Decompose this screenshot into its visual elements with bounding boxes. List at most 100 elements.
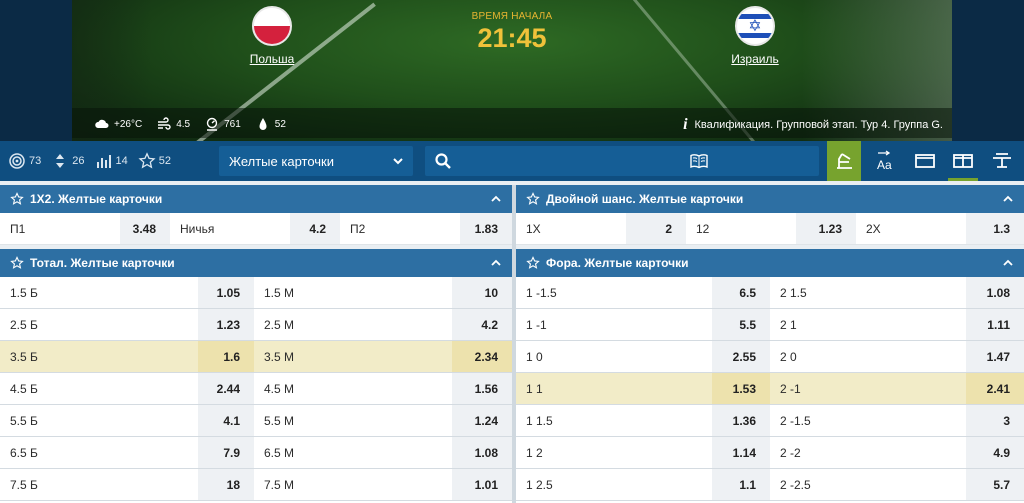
pitch-icon xyxy=(837,153,852,169)
odd-button[interactable]: 1.23 xyxy=(796,213,856,244)
collapse-button[interactable] xyxy=(985,141,1019,181)
odd-button[interactable]: 10 xyxy=(452,277,512,308)
outcome-label: 2 -1 xyxy=(780,381,801,396)
star-icon[interactable] xyxy=(526,256,540,270)
outcome-label: 2.5 Б xyxy=(10,317,38,332)
market-title: Двойной шанс. Желтые карточки xyxy=(546,192,744,206)
table-row: 1 0 2.55 2 0 1.47 xyxy=(516,341,1024,373)
table-row: 1 -1 5.5 2 1 1.11 xyxy=(516,309,1024,341)
odd-button[interactable]: 5.5 xyxy=(712,309,770,340)
away-team: ✡ Израиль xyxy=(695,6,815,68)
outcome-label: 1X xyxy=(526,221,541,236)
odd-button[interactable]: 2.44 xyxy=(198,373,254,404)
odd-button[interactable]: 1.47 xyxy=(966,341,1024,372)
counter-stats[interactable]: 14 xyxy=(95,152,128,170)
counter-all[interactable]: 73 xyxy=(8,152,41,170)
outcome-label: Ничья xyxy=(180,221,215,236)
all-markets-icon xyxy=(9,153,25,169)
odd-button[interactable]: 1.56 xyxy=(452,373,512,404)
field-view-button[interactable] xyxy=(827,141,861,181)
poland-flag-icon xyxy=(252,6,292,46)
home-team-link[interactable]: Польша xyxy=(250,52,295,66)
odd-button[interactable]: 2.34 xyxy=(452,341,512,372)
market-rows: 1 -1.5 6.5 2 1.5 1.08 1 -1 5.5 2 1 1.11 … xyxy=(516,277,1024,501)
odd-button[interactable]: 5.7 xyxy=(966,469,1024,500)
outcome-label: 2 -1.5 xyxy=(780,413,811,428)
outcome-label: 4.5 Б xyxy=(10,381,38,396)
star-icon[interactable] xyxy=(526,192,540,206)
odd-button[interactable]: 4.2 xyxy=(290,213,340,244)
market-header[interactable]: Двойной шанс. Желтые карточки xyxy=(516,185,1024,213)
stats-icon xyxy=(96,155,111,168)
font-size-button[interactable]: Aa xyxy=(869,141,903,181)
odd-button[interactable]: 1.14 xyxy=(712,437,770,468)
odd-button[interactable]: 1.08 xyxy=(452,437,512,468)
star-icon[interactable] xyxy=(10,192,24,206)
cloud-icon xyxy=(95,119,109,128)
market-type-select[interactable]: Желтые карточки xyxy=(219,146,413,176)
market-header[interactable]: 1X2. Желтые карточки xyxy=(0,185,512,213)
star-icon[interactable] xyxy=(10,256,24,270)
outcome-label: П1 xyxy=(10,221,26,236)
odd-button[interactable]: 1.23 xyxy=(198,309,254,340)
odd-button[interactable]: 6.5 xyxy=(712,277,770,308)
odd-button[interactable]: 2.55 xyxy=(712,341,770,372)
odd-button[interactable]: 1.24 xyxy=(452,405,512,436)
layout-two-columns-button[interactable] xyxy=(946,141,980,181)
table-row: 6.5 Б 7.9 6.5 М 1.08 xyxy=(0,437,512,469)
odd-button[interactable]: 4.9 xyxy=(966,437,1024,468)
table-row: 4.5 Б 2.44 4.5 М 1.56 xyxy=(0,373,512,405)
humidity-value: 52 xyxy=(274,118,286,130)
table-row-highlighted: 3.5 Б 1.6 3.5 М 2.34 xyxy=(0,341,512,373)
odd-button[interactable]: 1.3 xyxy=(966,213,1024,244)
odd-button[interactable]: 1.11 xyxy=(966,309,1024,340)
collapse-icon xyxy=(993,153,1011,168)
outcome-label: 2 1.5 xyxy=(780,285,807,300)
odd-button[interactable]: 7.9 xyxy=(198,437,254,468)
active-underline xyxy=(948,178,978,181)
table-row: 1 1.5 1.36 2 -1.5 3 xyxy=(516,405,1024,437)
counter-favorites[interactable]: 52 xyxy=(138,152,171,170)
odd-button[interactable]: 2.41 xyxy=(966,373,1024,404)
chevron-up-icon[interactable] xyxy=(490,257,502,269)
odd-button[interactable]: 1.83 xyxy=(460,213,512,244)
competition-name: Квалификация. Групповой этап. Тур 4. Гру… xyxy=(694,119,943,131)
market-header[interactable]: Фора. Желтые карточки xyxy=(516,249,1024,277)
pressure: 761 xyxy=(204,117,241,131)
outcome-label: 1.5 Б xyxy=(10,285,38,300)
odd-button[interactable]: 1.6 xyxy=(198,341,254,372)
outcome-label: 3.5 Б xyxy=(10,349,38,364)
odd-button[interactable]: 1.05 xyxy=(198,277,254,308)
away-team-link[interactable]: Израиль xyxy=(731,52,778,66)
odd-button[interactable]: 2 xyxy=(626,213,686,244)
odd-button[interactable]: 18 xyxy=(198,469,254,500)
odd-button[interactable]: 1.1 xyxy=(712,469,770,500)
odd-button[interactable]: 1.08 xyxy=(966,277,1024,308)
layout-single-button[interactable] xyxy=(908,141,942,181)
book-icon[interactable] xyxy=(690,153,708,169)
odd-button[interactable]: 1.01 xyxy=(452,469,512,500)
odd-button[interactable]: 1.36 xyxy=(712,405,770,436)
chevron-up-icon[interactable] xyxy=(490,193,502,205)
outcome-label: 1 2.5 xyxy=(526,477,553,492)
odd-button[interactable]: 3 xyxy=(966,405,1024,436)
outcome-label: 1 1.5 xyxy=(526,413,553,428)
outcome-label: 5.5 М xyxy=(264,413,295,428)
odd-button[interactable]: 4.2 xyxy=(452,309,512,340)
outcome-label: 2 -2.5 xyxy=(780,477,811,492)
counter-sort[interactable]: 26 xyxy=(51,152,85,170)
single-column-icon xyxy=(915,154,935,168)
odd-button[interactable]: 3.48 xyxy=(120,213,170,244)
info-icon: i xyxy=(683,116,688,133)
market-header[interactable]: Тотал. Желтые карточки xyxy=(0,249,512,277)
outcome-label: 3.5 М xyxy=(264,349,295,364)
odd-button[interactable]: 4.1 xyxy=(198,405,254,436)
chevron-up-icon[interactable] xyxy=(1002,257,1014,269)
chevron-up-icon[interactable] xyxy=(1002,193,1014,205)
odd-button[interactable]: 1.53 xyxy=(712,373,770,404)
pressure-value: 761 xyxy=(224,118,241,130)
market-search-input[interactable] xyxy=(425,146,819,176)
outcome-label: 2 1 xyxy=(780,317,797,332)
outcome-label: 1 -1.5 xyxy=(526,285,557,300)
pressure-icon xyxy=(206,117,218,131)
